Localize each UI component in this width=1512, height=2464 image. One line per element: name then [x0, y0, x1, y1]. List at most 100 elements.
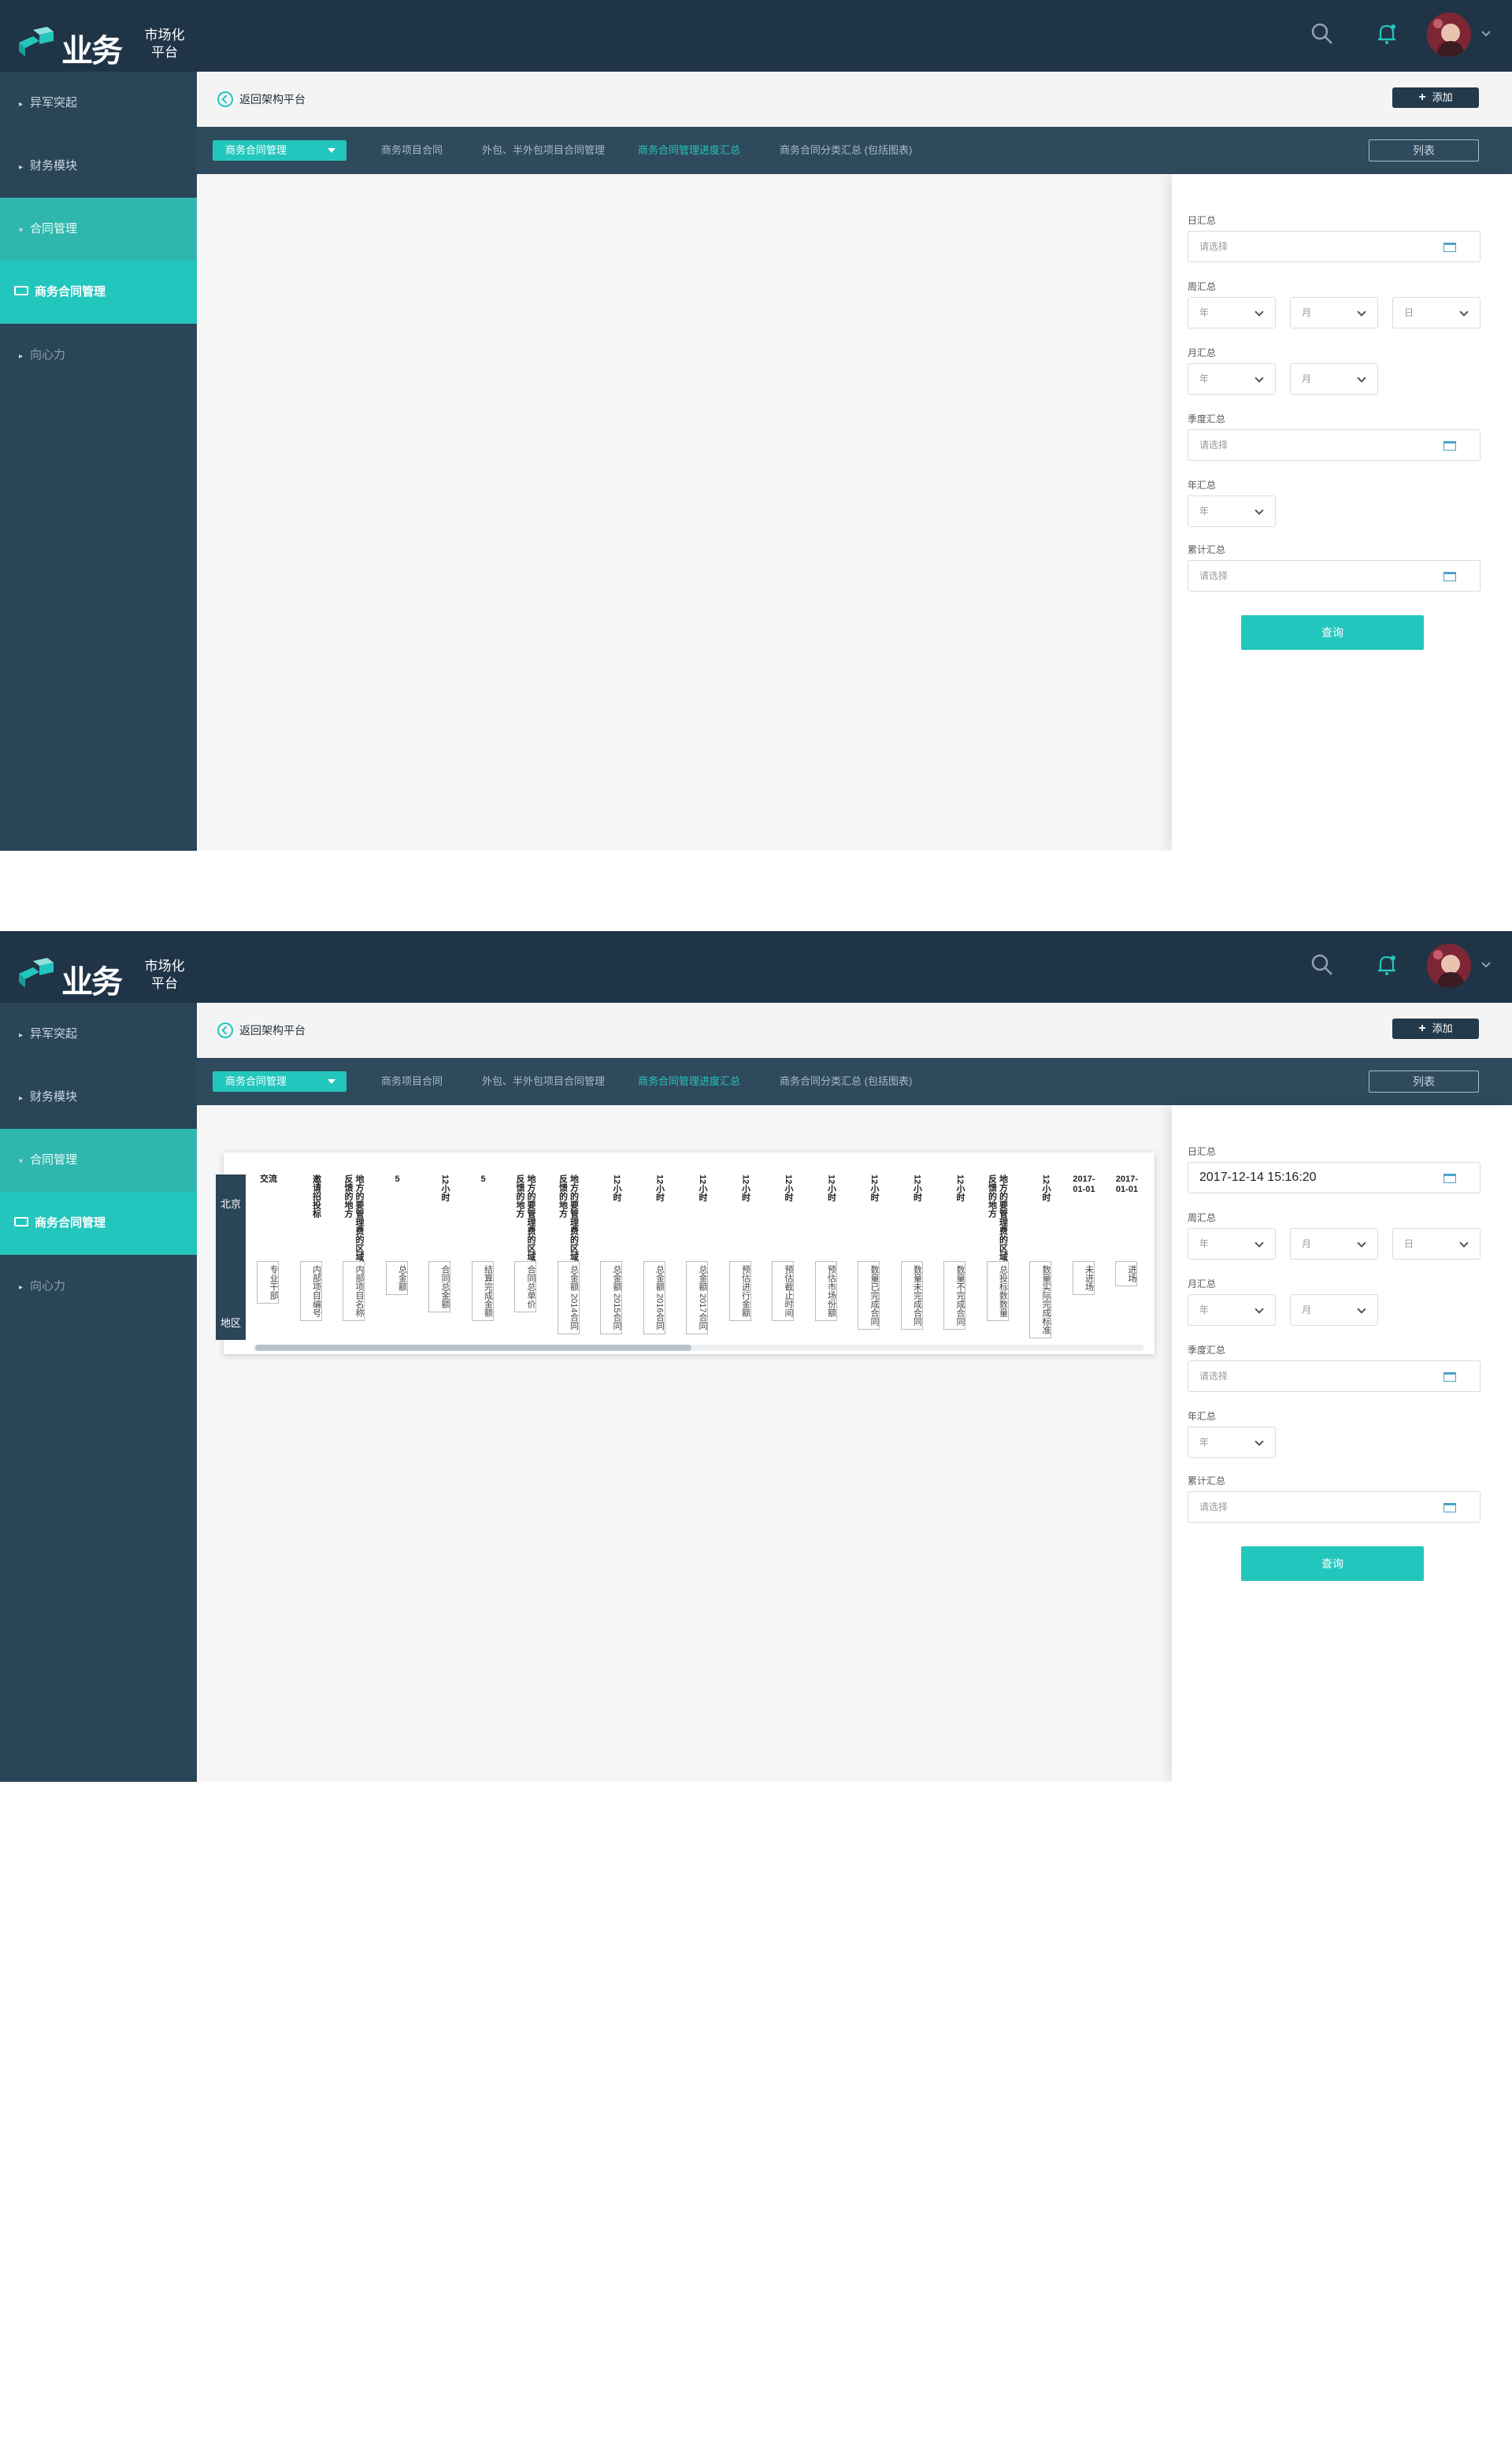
- calendar-icon[interactable]: [1443, 243, 1456, 252]
- calendar-icon[interactable]: [1443, 1503, 1456, 1512]
- table-cell[interactable]: 总投标数数量: [986, 1261, 1009, 1321]
- month-month-select[interactable]: 月: [1290, 363, 1378, 395]
- sidebar: ▸ 异军突起 ▸ 财务模块 ▾ 合同管理 商务合同管理 ▸ 向心力: [0, 1003, 197, 1782]
- logo-cube-icon: [19, 958, 54, 988]
- list-button[interactable]: 列表: [1369, 139, 1479, 161]
- table-cell[interactable]: 未进场: [1072, 1261, 1095, 1295]
- module-dropdown[interactable]: 商务合同管理: [213, 1071, 346, 1092]
- sidebar-item-finance[interactable]: ▸ 财务模块: [0, 135, 197, 198]
- month-year-select[interactable]: 年: [1188, 363, 1276, 395]
- select-value: 月: [1302, 1304, 1312, 1315]
- table-cell[interactable]: 总金额 2016合同: [643, 1261, 665, 1334]
- table-cell[interactable]: 合同总单价: [514, 1261, 536, 1312]
- tab-category-summary[interactable]: 商务合同分类汇总 (包括图表): [780, 1074, 912, 1089]
- sidebar-item-business-contract[interactable]: 商务合同管理: [0, 1192, 197, 1255]
- table-cell[interactable]: 预估进行金额: [728, 1261, 751, 1321]
- filter-panel: 日汇总 请选择 周汇总 年 月 日 月汇总 年 月 季度汇总 请选择 年汇总 年…: [1172, 174, 1512, 851]
- table-cell[interactable]: 数量实际完成标准: [1029, 1261, 1051, 1338]
- cumulative-summary-input[interactable]: 请选择: [1188, 1491, 1480, 1523]
- caret-down-icon: [328, 1079, 335, 1084]
- search-icon[interactable]: [1309, 952, 1336, 978]
- module-dropdown[interactable]: 商务合同管理: [213, 140, 346, 161]
- table-cell[interactable]: 结算完成金额: [471, 1261, 494, 1321]
- table-cell[interactable]: 预估市场份额: [814, 1261, 837, 1321]
- table-cell[interactable]: 数量未完成合同: [900, 1261, 923, 1330]
- add-button[interactable]: + 添加: [1392, 87, 1479, 108]
- sidebar-item-finance[interactable]: ▸ 财务模块: [0, 1066, 197, 1129]
- day-summary-input[interactable]: 请选择: [1188, 231, 1480, 262]
- table-cell[interactable]: 预估截止时间: [772, 1261, 794, 1321]
- quarter-summary-input[interactable]: 请选择: [1188, 1360, 1480, 1392]
- day-summary-input[interactable]: 2017-12-14 15:16:20: [1188, 1162, 1480, 1193]
- day-summary-label: 日汇总: [1188, 1146, 1217, 1157]
- chevron-down-icon[interactable]: [1480, 30, 1492, 38]
- bell-icon[interactable]: [1373, 952, 1400, 978]
- add-button[interactable]: + 添加: [1392, 1019, 1479, 1039]
- avatar[interactable]: [1427, 944, 1471, 988]
- tab-outsourcing-contract[interactable]: 外包、半外包项目合同管理: [482, 143, 605, 158]
- avatar[interactable]: [1427, 13, 1471, 57]
- table-cell[interactable]: 总金额 2014合同: [557, 1261, 580, 1334]
- week-month-select[interactable]: 月: [1290, 1228, 1378, 1260]
- tab-progress-summary[interactable]: 商务合同管理进度汇总: [638, 143, 740, 158]
- sidebar-item-yijun[interactable]: ▸ 异军突起: [0, 72, 197, 135]
- sidebar-item-business-contract[interactable]: 商务合同管理: [0, 261, 197, 324]
- tab-outsourcing-contract[interactable]: 外包、半外包项目合同管理: [482, 1074, 605, 1089]
- table-cell[interactable]: 进场: [1115, 1261, 1137, 1286]
- table-cell[interactable]: 总金额 2017合同: [686, 1261, 708, 1334]
- tab-business-project-contract[interactable]: 商务项目合同: [381, 1074, 443, 1089]
- sidebar-item-contract[interactable]: ▾ 合同管理: [0, 198, 197, 261]
- week-day-select[interactable]: 日: [1392, 1228, 1480, 1260]
- search-icon[interactable]: [1309, 20, 1336, 47]
- horizontal-scrollbar[interactable]: [255, 1345, 691, 1351]
- logo[interactable]: 业务 市场化 平台: [16, 22, 189, 69]
- quarter-summary-input[interactable]: 请选择: [1188, 429, 1480, 461]
- calendar-icon[interactable]: [1443, 1174, 1456, 1183]
- sidebar-item-xiangxinli[interactable]: ▸ 向心力: [0, 324, 197, 387]
- week-month-select[interactable]: 月: [1290, 297, 1378, 328]
- chevron-down-icon[interactable]: [1480, 961, 1492, 969]
- tab-progress-summary[interactable]: 商务合同管理进度汇总: [638, 1074, 740, 1089]
- table-cell[interactable]: 总金额 2015合同: [600, 1261, 622, 1334]
- table-cell[interactable]: 专业干部: [257, 1261, 279, 1304]
- calendar-icon[interactable]: [1443, 1372, 1456, 1382]
- year-summary-label: 年汇总: [1188, 480, 1217, 491]
- year-select[interactable]: 年: [1188, 1427, 1276, 1458]
- table-cell[interactable]: 合同总金额: [428, 1261, 450, 1312]
- logo[interactable]: 业务 市场化 平台: [16, 953, 189, 1000]
- bell-icon[interactable]: [1373, 20, 1400, 47]
- back-link[interactable]: 返回架构平台: [217, 91, 306, 108]
- cumulative-summary-input[interactable]: 请选择: [1188, 560, 1480, 592]
- table-column: 5 结算完成金额: [469, 1152, 495, 1349]
- select-value: 年: [1199, 1304, 1210, 1315]
- sidebar-item-contract[interactable]: ▾ 合同管理: [0, 1129, 197, 1192]
- table-cell[interactable]: 数量不完成合同: [943, 1261, 965, 1330]
- progress-table: 北京 地区 交流 专业干部 邀请招投标 内部项目编号 地方的要管理费的区域反馈的地方 内部…: [216, 1152, 1154, 1354]
- table-cell[interactable]: 数量已完成合同: [858, 1261, 880, 1330]
- query-button[interactable]: 查询: [1241, 615, 1424, 650]
- query-button[interactable]: 查询: [1241, 1546, 1424, 1581]
- year-select[interactable]: 年: [1188, 495, 1276, 527]
- table-cell[interactable]: 内部项目编号: [299, 1261, 322, 1321]
- calendar-icon[interactable]: [1443, 572, 1456, 581]
- week-year-select[interactable]: 年: [1188, 1228, 1276, 1260]
- sidebar-item-xiangxinli[interactable]: ▸ 向心力: [0, 1255, 197, 1318]
- column-header: 12小时: [612, 1174, 621, 1202]
- back-link[interactable]: 返回架构平台: [217, 1022, 306, 1039]
- tab-category-summary[interactable]: 商务合同分类汇总 (包括图表): [780, 143, 912, 158]
- calendar-icon[interactable]: [1443, 441, 1456, 451]
- day-summary-placeholder: 请选择: [1199, 241, 1228, 252]
- month-month-select[interactable]: 月: [1290, 1294, 1378, 1326]
- sidebar-item-label: 合同管理: [30, 222, 78, 236]
- logo-sub-line1: 市场化: [144, 28, 185, 43]
- sidebar-item-label: 财务模块: [30, 159, 78, 173]
- sidebar-item-yijun[interactable]: ▸ 异军突起: [0, 1003, 197, 1066]
- table-cell[interactable]: 总金额: [385, 1261, 408, 1295]
- month-year-select[interactable]: 年: [1188, 1294, 1276, 1326]
- week-year-select[interactable]: 年: [1188, 297, 1276, 328]
- tab-bar: 商务合同管理 商务项目合同 外包、半外包项目合同管理 商务合同管理进度汇总 商务…: [197, 1058, 1512, 1105]
- week-day-select[interactable]: 日: [1392, 297, 1480, 328]
- table-cell[interactable]: 内部项目名称: [343, 1261, 365, 1321]
- list-button[interactable]: 列表: [1369, 1071, 1479, 1093]
- tab-business-project-contract[interactable]: 商务项目合同: [381, 143, 443, 158]
